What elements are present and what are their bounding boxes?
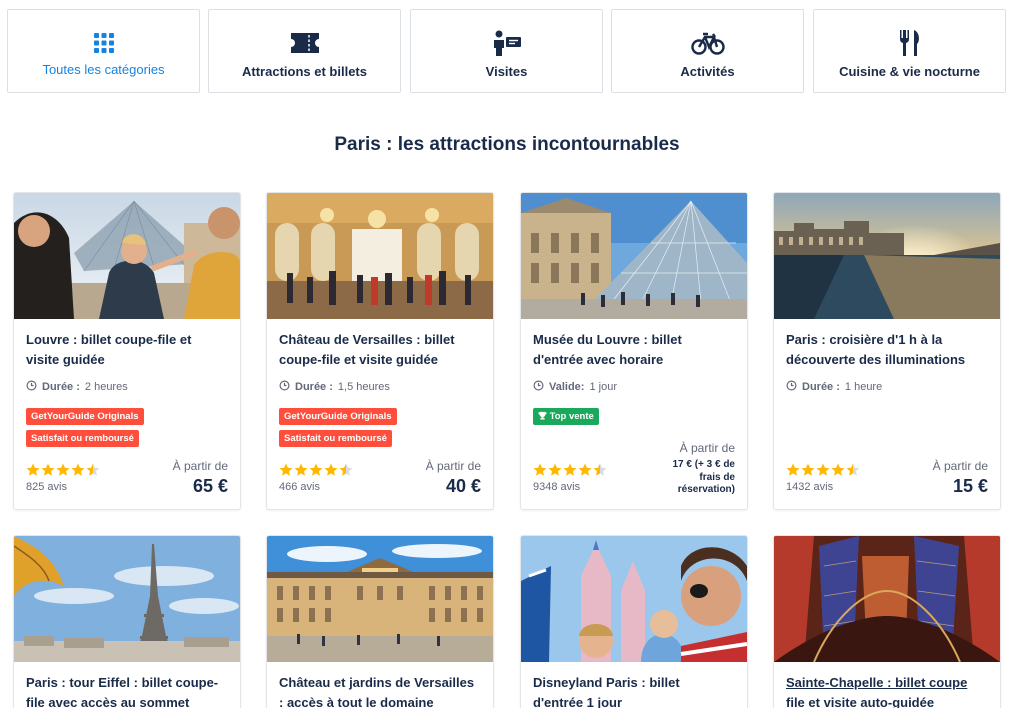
badge-originals: GetYourGuide Originals bbox=[279, 408, 397, 425]
price: 17 € (+ 3 € de frais de réservation) bbox=[672, 459, 735, 495]
card-duration: Durée : 1,5 heures bbox=[279, 380, 390, 394]
price: 15 € bbox=[952, 476, 988, 496]
card-image-disneyland bbox=[521, 536, 747, 662]
price-label: À partir de bbox=[932, 459, 988, 473]
activity-card[interactable]: Louvre : billet coupe-file et visite gui… bbox=[13, 192, 241, 510]
duration-value: 1 heure bbox=[844, 381, 883, 393]
bicycle-icon bbox=[612, 30, 803, 56]
price-label: À partir de bbox=[425, 459, 481, 473]
review-count: 466 avis bbox=[279, 481, 320, 493]
price-label: À partir de bbox=[172, 459, 228, 473]
duration-label: Durée : bbox=[42, 381, 80, 393]
activity-card[interactable]: Musée du Louvre : billet d'entrée avec h… bbox=[520, 192, 748, 510]
price: 40 € bbox=[445, 476, 481, 496]
tab-activities[interactable]: Activités bbox=[611, 9, 804, 93]
activity-card[interactable]: Disneyland Paris : billet d'entrée 1 jou… bbox=[520, 535, 748, 708]
card-title: Paris : croisière d'1 h à la découverte … bbox=[786, 332, 966, 367]
card-image-eiffel-tower bbox=[14, 536, 240, 662]
tab-label: Visites bbox=[485, 64, 528, 79]
tab-label: Attractions et billets bbox=[242, 64, 367, 79]
tab-food-nightlife[interactable]: Cuisine & vie nocturne bbox=[813, 9, 1006, 93]
section-title: Paris : les attractions incontournables bbox=[334, 134, 680, 155]
duration-label: Durée : bbox=[295, 381, 333, 393]
activity-card[interactable]: Paris : tour Eiffel : billet coupe-file … bbox=[13, 535, 241, 708]
activity-card[interactable]: Sainte-Chapelle : billet coupe file et v… bbox=[773, 535, 1001, 708]
card-image-versailles-hall bbox=[267, 193, 493, 319]
card-duration: Durée : 1 heure bbox=[786, 380, 882, 394]
star-rating bbox=[279, 463, 355, 477]
category-tabs: Toutes les catégories Attractions et bil… bbox=[7, 9, 1006, 93]
activity-card[interactable]: Paris : croisière d'1 h à la découverte … bbox=[773, 192, 1001, 510]
card-title: Paris : tour Eiffel : billet coupe-file … bbox=[26, 675, 219, 708]
card-image-louvre-guide bbox=[14, 193, 240, 319]
card-title: Château et jardins de Versailles : accès… bbox=[279, 675, 475, 708]
ticket-icon bbox=[209, 30, 400, 56]
badge-originals: GetYourGuide Originals bbox=[26, 408, 144, 425]
card-title: Louvre : billet coupe-file et visite gui… bbox=[26, 332, 192, 367]
star-rating bbox=[786, 463, 862, 477]
tab-all-categories[interactable]: Toutes les catégories bbox=[7, 9, 200, 93]
validity-label: Valide: bbox=[549, 381, 585, 393]
activity-card[interactable]: Château de Versailles : billet coupe-fil… bbox=[266, 192, 494, 510]
clock-icon bbox=[533, 380, 544, 394]
badge-top-seller: Top vente bbox=[533, 408, 599, 425]
price-label: À partir de bbox=[679, 441, 735, 455]
guide-icon bbox=[411, 30, 602, 56]
duration-label: Durée : bbox=[802, 381, 840, 393]
card-image-sainte-chapelle bbox=[774, 536, 1000, 662]
tab-label: Toutes les catégories bbox=[42, 62, 165, 77]
tab-attractions-tickets[interactable]: Attractions et billets bbox=[208, 9, 401, 93]
card-image-louvre-pyramid bbox=[521, 193, 747, 319]
activity-card[interactable]: Château et jardins de Versailles : accès… bbox=[266, 535, 494, 708]
card-validity: Valide: 1 jour bbox=[533, 380, 617, 394]
clock-icon bbox=[26, 380, 37, 394]
card-title: Disneyland Paris : billet d'entrée 1 jou… bbox=[533, 675, 680, 708]
card-title: Sainte-Chapelle : billet coupe file et v… bbox=[786, 675, 968, 708]
card-title: Château de Versailles : billet coupe-fil… bbox=[279, 332, 455, 367]
tab-tours[interactable]: Visites bbox=[410, 9, 603, 93]
card-image-seine-cruise bbox=[774, 193, 1000, 319]
star-rating bbox=[26, 463, 102, 477]
review-count: 9348 avis bbox=[533, 481, 581, 493]
trophy-icon bbox=[538, 409, 547, 426]
validity-value: 1 jour bbox=[589, 381, 617, 393]
card-duration: Durée : 2 heures bbox=[26, 380, 128, 394]
price: 65 € bbox=[192, 476, 228, 496]
duration-value: 1,5 heures bbox=[337, 381, 390, 393]
card-image-versailles-palace bbox=[267, 536, 493, 662]
tab-label: Cuisine & vie nocturne bbox=[839, 64, 980, 79]
fork-knife-icon bbox=[814, 30, 1005, 56]
grid-icon bbox=[8, 30, 199, 56]
badge-satisfaction: Satisfait ou remboursé bbox=[26, 430, 139, 447]
review-count: 825 avis bbox=[26, 481, 67, 493]
star-rating bbox=[533, 463, 609, 477]
clock-icon bbox=[279, 380, 290, 394]
tab-label: Activités bbox=[680, 64, 735, 79]
badge-label: Top vente bbox=[549, 411, 594, 422]
badge-satisfaction: Satisfait ou remboursé bbox=[279, 430, 392, 447]
duration-value: 2 heures bbox=[84, 381, 128, 393]
clock-icon bbox=[786, 380, 797, 394]
review-count: 1432 avis bbox=[786, 481, 834, 493]
card-title: Musée du Louvre : billet d'entrée avec h… bbox=[533, 332, 682, 367]
